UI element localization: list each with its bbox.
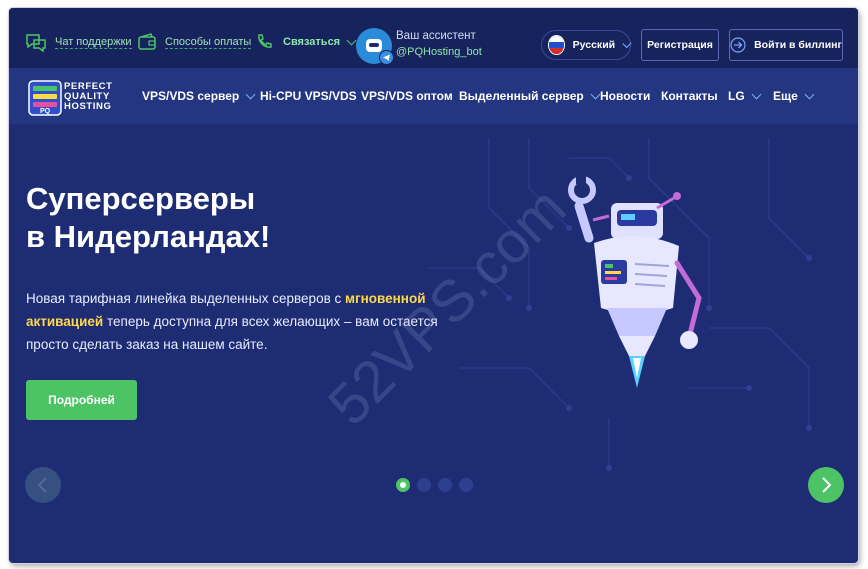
assistant-handle-link[interactable]: @PQHosting_bot [396,46,482,58]
page-frame: Чат поддержки Способы оплаты Связаться В… [9,8,858,563]
contact-label: Связаться [283,36,341,48]
logo-icon: PQ [28,80,62,116]
chevron-down-icon [804,89,815,99]
nav-item-vps-bulk[interactable]: VPS/VDS оптом [361,89,453,103]
payment-methods-label: Способы оплаты [165,35,252,49]
register-button[interactable]: Регистрация [641,29,719,61]
payment-methods-link[interactable]: Способы оплаты [137,33,252,51]
nav-item-dedicated[interactable]: Выделенный сервер [459,89,601,103]
nav-item-label: LG [728,89,745,103]
nav-item-label: Контакты [661,89,718,103]
hero-title-line-2: в Нидерландах! [26,219,271,254]
contact-dropdown[interactable]: Связаться [255,33,357,51]
slider-dot-2[interactable] [417,478,431,492]
hero-title-line-1: Суперсерверы [26,181,256,216]
logo[interactable]: PQ [28,80,62,121]
assistant-title: Ваш ассистент [396,30,476,42]
arrow-left-icon [37,477,47,493]
nav-item-news[interactable]: Новости [600,89,650,103]
chevron-down-icon [590,89,601,99]
logo-text: PERFECT QUALITY HOSTING [64,82,113,112]
nav-item-vps-vds[interactable]: VPS/VDS сервер [142,89,256,103]
language-label: Русский [572,39,616,51]
billing-login-button[interactable]: Войти в биллинг [729,29,843,61]
svg-text:PQ: PQ [40,108,51,115]
language-selector[interactable]: Русский [541,30,632,60]
slider-prev-button[interactable] [25,467,61,503]
chevron-down-icon [622,38,632,48]
slider-dot-4[interactable] [459,478,473,492]
billing-login-label: Войти в биллинг [754,39,842,51]
nav-item-more[interactable]: Еще [773,89,815,103]
slider-next-button[interactable] [808,467,844,503]
hero-text-highlight-2: активацией [26,314,104,329]
nav-item-label: Еще [773,89,798,103]
arrow-right-icon [822,477,832,493]
phone-icon [258,34,272,48]
hero-title: Суперсерверы в Нидерландах! [26,180,426,256]
logo-line-3: HOSTING [64,101,112,112]
wallet-icon [138,33,156,50]
nav-item-label: VPS/VDS оптом [361,89,453,103]
nav-item-hi-cpu[interactable]: Hi-CPU VPS/VDS [260,89,357,103]
nav-item-lg[interactable]: LG [728,89,762,103]
chevron-down-icon [245,89,256,99]
slider-dot-3[interactable] [438,478,452,492]
hero-text-part-1: Новая тарифная линейка выделенных сервер… [26,291,345,306]
nav-item-label: Hi-CPU VPS/VDS [260,89,357,103]
login-icon [730,37,746,53]
chevron-down-icon [751,89,762,99]
nav-item-label: VPS/VDS сервер [142,89,240,103]
nav-item-label: Новости [600,89,651,103]
nav-item-label: Выделенный сервер [459,89,584,103]
robot-illustration [568,174,702,388]
support-chat-label: Чат поддержки [55,35,132,49]
slider-dot-1[interactable] [396,478,410,492]
more-details-button[interactable]: Подробней [26,380,137,420]
nav-item-contacts[interactable]: Контакты [661,89,718,103]
telegram-icon [379,50,394,65]
chat-icon [26,34,46,52]
support-chat-link[interactable]: Чат поддержки [25,33,132,52]
russia-flag-icon [548,35,565,55]
slider-pagination [396,478,473,492]
